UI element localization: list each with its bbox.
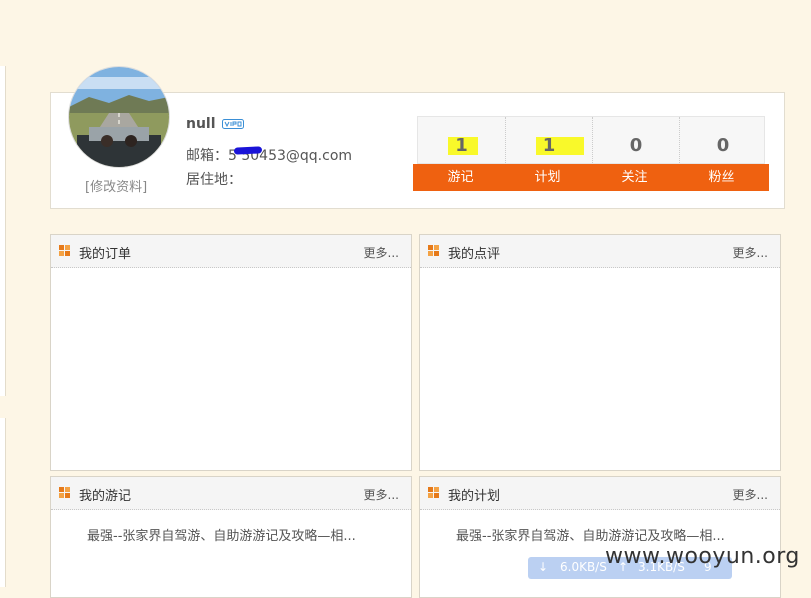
stat-plans[interactable]: 1 xyxy=(505,117,592,165)
plan-link[interactable]: 最强--张家界自驾游、自助游游记及攻略—相... xyxy=(456,525,725,544)
stat-label-plans[interactable]: 计划 xyxy=(504,164,591,191)
stat-followers[interactable]: 0 xyxy=(679,117,766,165)
email-row: 邮箱：5 50453@qq.com xyxy=(186,145,352,165)
stat-numbers-row: 1 1 0 0 xyxy=(417,116,766,165)
panel-header: 我的计划 更多... xyxy=(420,477,780,510)
grid-icon xyxy=(428,487,439,498)
grid-icon xyxy=(59,487,70,498)
stat-value: 0 xyxy=(629,135,643,156)
profile-card: [修改资料] null 邮箱：5 50453@qq.com 居住地： 1 1 0… xyxy=(50,66,785,209)
left-panel-edge xyxy=(0,418,6,587)
username: null xyxy=(186,116,216,132)
stat-label-travelogues[interactable]: 游记 xyxy=(417,164,504,191)
stat-label-following[interactable]: 关注 xyxy=(591,164,678,191)
stat-travelogues[interactable]: 1 xyxy=(418,117,505,165)
stat-value: 1 xyxy=(455,135,468,156)
panel-title: 我的点评 xyxy=(448,247,501,262)
stat-label-followers[interactable]: 粉丝 xyxy=(678,164,765,191)
grid-icon xyxy=(428,245,439,256)
panel-header: 我的游记 更多... xyxy=(51,477,411,510)
stat-following[interactable]: 0 xyxy=(592,117,679,165)
panel-my-travelogues: 我的游记 更多... 最强--张家界自驾游、自助游游记及攻略—相... xyxy=(50,476,412,598)
panel-my-plans: 我的计划 更多... 最强--张家界自驾游、自助游游记及攻略—相... xyxy=(419,476,781,598)
avatar[interactable] xyxy=(68,66,170,168)
panel-title: 我的计划 xyxy=(448,489,501,504)
panel-header: 我的订单 更多... xyxy=(51,235,411,268)
panel-my-reviews: 我的点评 更多... xyxy=(419,234,781,471)
stat-value: 0 xyxy=(716,135,730,156)
panel-title: 我的订单 xyxy=(79,247,132,262)
edit-profile-link[interactable]: [修改资料] xyxy=(85,176,147,195)
redaction-mark xyxy=(233,146,263,155)
email-label: 邮箱： xyxy=(186,148,228,164)
more-link[interactable]: 更多... xyxy=(733,244,768,261)
stats-box: 1 1 0 0 游记 计划 关注 粉丝 xyxy=(413,116,769,192)
panel-my-orders: 我的订单 更多... xyxy=(50,234,412,471)
panel-title: 我的游记 xyxy=(79,489,132,504)
more-link[interactable]: 更多... xyxy=(733,486,768,503)
residence-label: 居住地： xyxy=(186,172,242,188)
stat-labels-bar: 游记 计划 关注 粉丝 xyxy=(413,164,769,191)
travelogue-link[interactable]: 最强--张家界自驾游、自助游游记及攻略—相... xyxy=(87,525,356,544)
download-speed: 6.0KB/S xyxy=(560,560,607,574)
more-link[interactable]: 更多... xyxy=(364,486,399,503)
stat-value: 1 xyxy=(542,135,556,156)
watermark: www.wooyun.org xyxy=(605,544,800,569)
vip-badge-icon xyxy=(222,119,244,129)
panel-header: 我的点评 更多... xyxy=(420,235,780,268)
avatar-image xyxy=(69,67,169,167)
grid-icon xyxy=(59,245,70,256)
left-panel-edge xyxy=(0,66,6,396)
download-arrow-icon: ↓ xyxy=(538,560,549,574)
more-link[interactable]: 更多... xyxy=(364,244,399,261)
